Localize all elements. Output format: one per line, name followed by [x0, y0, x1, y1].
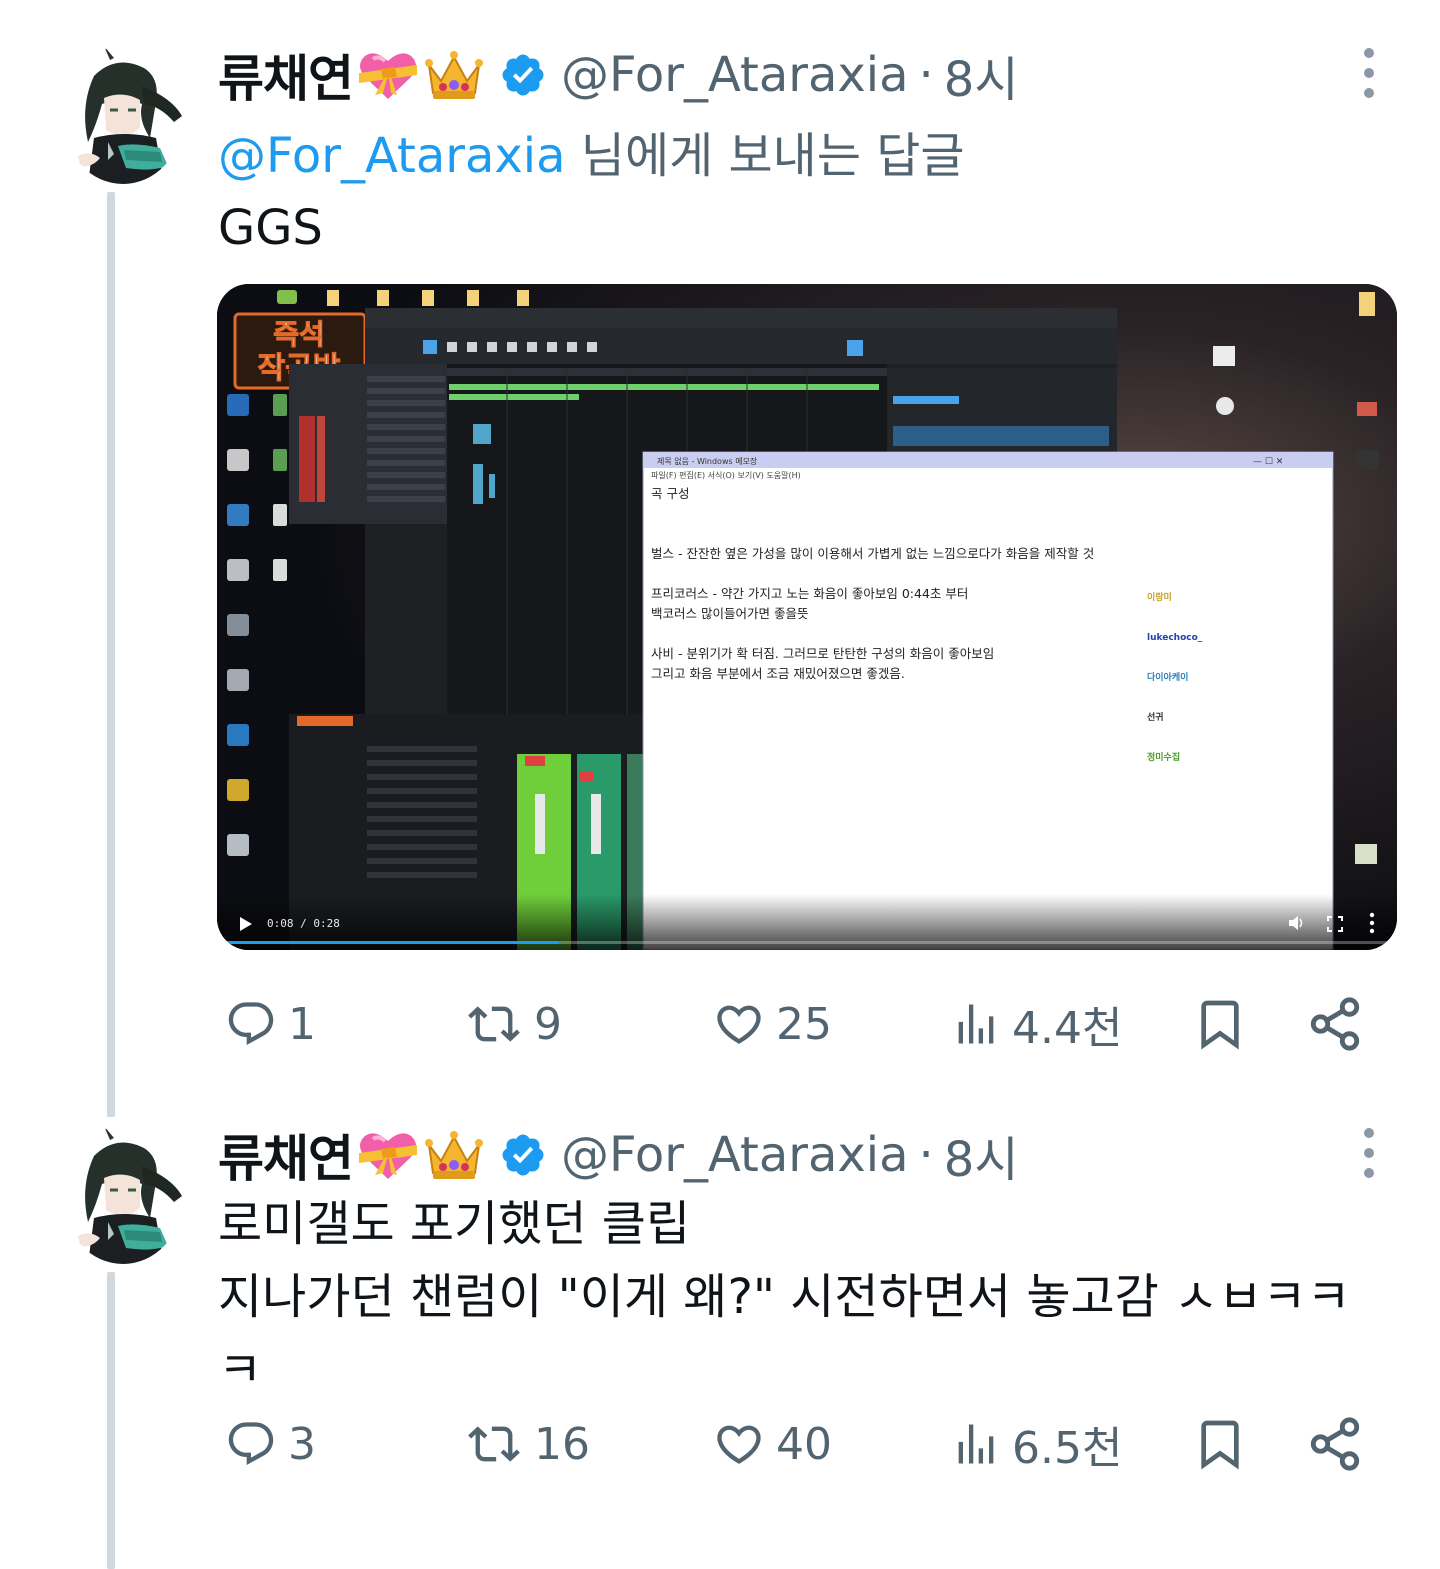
- views-button[interactable]: 6.5천: [948, 1412, 1122, 1476]
- chat-username: 이랑미: [1147, 591, 1172, 603]
- separator-dot: ·: [918, 47, 934, 103]
- volume-icon[interactable]: [1287, 914, 1305, 932]
- video-player[interactable]: 즉석 작곡밥: [217, 284, 1397, 950]
- avatar[interactable]: [64, 1126, 182, 1264]
- reply-context: @For_Ataraxia 님에게 보내는 답글: [218, 116, 965, 186]
- more-vertical-icon[interactable]: [1356, 1128, 1382, 1178]
- share-icon: [1310, 997, 1360, 1051]
- display-name[interactable]: 류채연: [218, 1119, 354, 1191]
- tweet-header: 류채연 @For_Ataraxia · 8시: [218, 44, 1019, 108]
- like-count: 25: [776, 998, 832, 1050]
- share-icon: [1310, 1417, 1360, 1471]
- reply-count: 1: [288, 998, 316, 1050]
- heart-icon: [717, 1425, 761, 1464]
- separator-dot: ·: [918, 1127, 934, 1183]
- verified-badge-icon: [499, 51, 547, 99]
- stamp-line-1: 즉석: [273, 318, 325, 351]
- user-handle[interactable]: @For_Ataraxia: [561, 1127, 909, 1183]
- reply-button[interactable]: 1: [222, 992, 316, 1056]
- reply-context-label: 님에게 보내는 답글: [565, 128, 965, 184]
- reply-mention-link[interactable]: @For_Ataraxia: [218, 128, 566, 184]
- heart-icon: [717, 1005, 761, 1044]
- reply-icon: [228, 1422, 274, 1466]
- notepad-line: 벌스 - 잔잔한 옆은 가성을 많이 이용해서 가볍게 없는 느낌으로다가 화음…: [651, 546, 1094, 561]
- display-name[interactable]: 류채연: [218, 39, 354, 111]
- crown-emoji: [423, 1127, 485, 1183]
- tweet-actions: 3 16 40 6.5천: [218, 1412, 1378, 1476]
- views-button[interactable]: 4.4천: [948, 992, 1122, 1056]
- timestamp[interactable]: 8시: [944, 40, 1019, 110]
- play-icon[interactable]: [239, 916, 253, 932]
- user-handle[interactable]: @For_Ataraxia: [561, 47, 909, 103]
- retweet-count: 16: [534, 1418, 590, 1470]
- chat-username: lukechoco_: [1147, 633, 1203, 643]
- views-count: 4.4천: [1012, 1003, 1123, 1054]
- avatar[interactable]: [64, 46, 182, 184]
- retweet-button[interactable]: 16: [462, 1412, 590, 1476]
- reply-button[interactable]: 3: [222, 1412, 316, 1476]
- verified-badge-icon: [499, 1131, 547, 1179]
- video-progress-bar[interactable]: [217, 941, 1397, 944]
- bookmark-icon: [1201, 1420, 1239, 1470]
- video-frame: 즉석 작곡밥: [217, 284, 1397, 950]
- tweet-actions: 1 9 25 4.4천: [218, 992, 1378, 1056]
- retweet-count: 9: [534, 998, 562, 1050]
- notepad-line: 프리코러스 - 약간 가지고 노는 화음이 좋아보임 0:44초 부터: [651, 586, 968, 601]
- bookmark-icon: [1201, 1000, 1239, 1050]
- like-button[interactable]: 40: [710, 1412, 832, 1476]
- views-chart-icon: [958, 1004, 994, 1044]
- views-count: 6.5천: [1012, 1423, 1123, 1474]
- tweet-header: 류채연 @For_Ataraxia · 8시: [218, 1124, 1019, 1188]
- heart-with-ribbon-emoji: [357, 1127, 419, 1183]
- bookmark-button[interactable]: [1192, 1412, 1248, 1476]
- notepad-line: 곡 구성: [651, 486, 689, 501]
- tweet-text: 로미갤도 포기했던 클립 지나가던 챈럼이 "이게 왜?" 시전하면서 놓고감 …: [218, 1196, 1351, 1398]
- tweet[interactable]: 류채연: [0, 30, 1440, 1110]
- like-count: 40: [776, 1418, 832, 1470]
- fullscreen-icon[interactable]: [1327, 916, 1343, 932]
- heart-with-ribbon-emoji: [357, 47, 419, 103]
- more-vertical-icon[interactable]: [1356, 48, 1382, 98]
- notepad-line: 백코러스 많이들어가면 좋을뜻: [651, 606, 808, 621]
- chat-username: 다이아케이: [1147, 671, 1188, 683]
- chat-username: 선귀: [1147, 711, 1164, 723]
- retweet-icon: [468, 1006, 520, 1042]
- chat-username: 정미수집: [1147, 751, 1180, 763]
- tweet-text: GGS: [218, 200, 323, 256]
- svg-text:— ☐ ✕: — ☐ ✕: [1253, 457, 1283, 467]
- crown-emoji: [423, 47, 485, 103]
- notepad-title: 제목 없음 - Windows 메모장: [657, 456, 758, 466]
- like-button[interactable]: 25: [710, 992, 832, 1056]
- notepad-line: 그리고 화음 부분에서 조금 재밌어졌으면 좋겠음.: [651, 666, 905, 681]
- share-button[interactable]: [1306, 992, 1364, 1056]
- reply-count: 3: [288, 1418, 316, 1470]
- bookmark-button[interactable]: [1192, 992, 1248, 1056]
- video-more-icon[interactable]: [1369, 912, 1375, 934]
- notepad-line: 사비 - 분위기가 확 터짐. 그러므로 탄탄한 구성의 화음이 좋아보임: [651, 646, 994, 661]
- retweet-icon: [468, 1426, 520, 1462]
- timestamp[interactable]: 8시: [944, 1120, 1019, 1190]
- views-chart-icon: [958, 1424, 994, 1464]
- share-button[interactable]: [1306, 1412, 1364, 1476]
- retweet-button[interactable]: 9: [462, 992, 562, 1056]
- video-elapsed-time: 0:08 / 0:28: [267, 917, 340, 930]
- notepad-menu: 파일(F) 편집(E) 서식(O) 보기(V) 도움말(H): [651, 470, 801, 480]
- reply-icon: [228, 1002, 274, 1046]
- tweet[interactable]: 류채연: [0, 1110, 1440, 1569]
